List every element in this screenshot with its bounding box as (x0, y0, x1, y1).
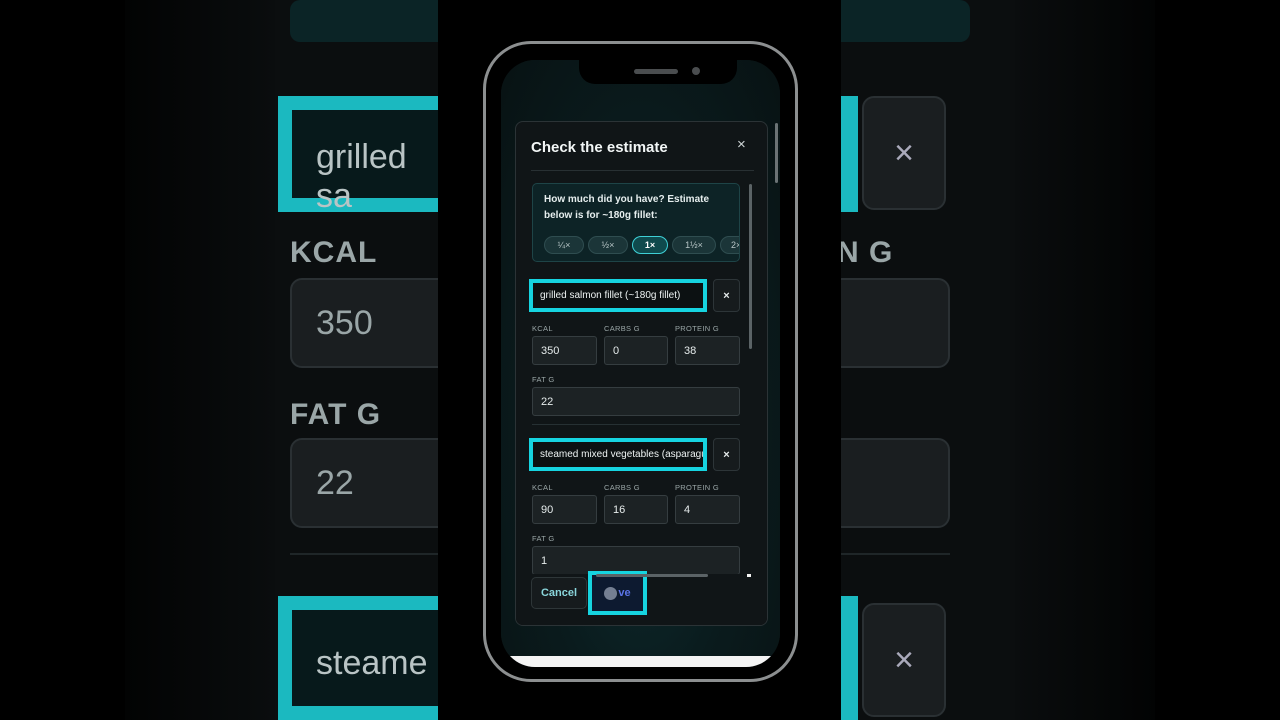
portion-chip-double[interactable]: 2× (720, 236, 739, 254)
kcal-label: KCAL (532, 483, 553, 492)
protein-label: PROTEIN G (675, 324, 719, 333)
portion-chip-one[interactable]: 1× (632, 236, 668, 254)
background-kcal-label: KCAL (290, 236, 378, 269)
carbs-label: CARBS G (604, 324, 640, 333)
portion-chip-half[interactable]: ½× (588, 236, 628, 254)
background-name-field-2: steame (278, 596, 458, 720)
estimate-modal: Check the estimate × How much did you ha… (515, 121, 768, 626)
background-name-field-1: grilled sa (278, 96, 458, 215)
fat-label: FAT G (532, 375, 555, 384)
kcal-input[interactable]: 350 (532, 336, 597, 365)
protein-label: PROTEIN G (675, 483, 719, 492)
background-fat-label: FAT G (290, 398, 382, 431)
carbs-label: CARBS G (604, 483, 640, 492)
page-scrollbar[interactable] (775, 123, 778, 183)
modal-horizontal-scrollbar[interactable] (596, 574, 708, 577)
speaker-icon (634, 69, 678, 74)
kcal-label: KCAL (532, 324, 553, 333)
background-right-shade (1015, 0, 1155, 720)
phone-notch (579, 60, 737, 84)
cancel-button[interactable]: Cancel (531, 577, 587, 609)
protein-input[interactable]: 38 (675, 336, 740, 365)
save-button[interactable]: ve (588, 571, 647, 615)
home-indicator-bar (501, 656, 780, 667)
modal-header-divider (531, 170, 754, 171)
close-icon[interactable]: × (737, 136, 746, 153)
fat-label: FAT G (532, 534, 555, 543)
fat-input[interactable]: 22 (532, 387, 740, 416)
kcal-input[interactable]: 90 (532, 495, 597, 524)
item-divider (532, 424, 740, 425)
background-fat-input-right (830, 438, 950, 528)
modal-scrollbar[interactable] (749, 184, 752, 349)
item-name-input[interactable]: steamed mixed vegetables (asparagus (529, 438, 707, 471)
portion-question: How much did you have? Estimate below is… (544, 194, 710, 221)
remove-item-button[interactable]: × (713, 279, 740, 312)
portion-chip-quarter[interactable]: ¼× (544, 236, 584, 254)
background-kcal-input: 350 (290, 278, 450, 368)
item-name-input[interactable]: grilled salmon fillet (~180g fillet) (529, 279, 707, 312)
phone-frame: Check the estimate × How much did you ha… (483, 41, 798, 682)
modal-footer: Cancel ve (516, 571, 767, 625)
background-fat-input: 22 (290, 438, 450, 528)
touch-cursor-icon (604, 587, 617, 600)
remove-item-button[interactable]: × (713, 438, 740, 471)
carbs-input[interactable]: 0 (604, 336, 668, 365)
background-protein-label: N G (837, 236, 894, 269)
protein-input[interactable]: 4 (675, 495, 740, 524)
background-remove-icon-1: × (862, 96, 946, 210)
modal-title: Check the estimate (531, 139, 668, 156)
background-left-shade (125, 0, 275, 720)
background-protein-input (830, 278, 950, 368)
scroll-end-marker (747, 574, 751, 577)
background-remove-icon-2: × (862, 603, 946, 717)
phone-screen: Check the estimate × How much did you ha… (501, 60, 780, 667)
camera-icon (692, 67, 700, 75)
portion-selector: How much did you have? Estimate below is… (532, 183, 740, 262)
portion-chip-one-half[interactable]: 1½× (672, 236, 716, 254)
carbs-input[interactable]: 16 (604, 495, 668, 524)
